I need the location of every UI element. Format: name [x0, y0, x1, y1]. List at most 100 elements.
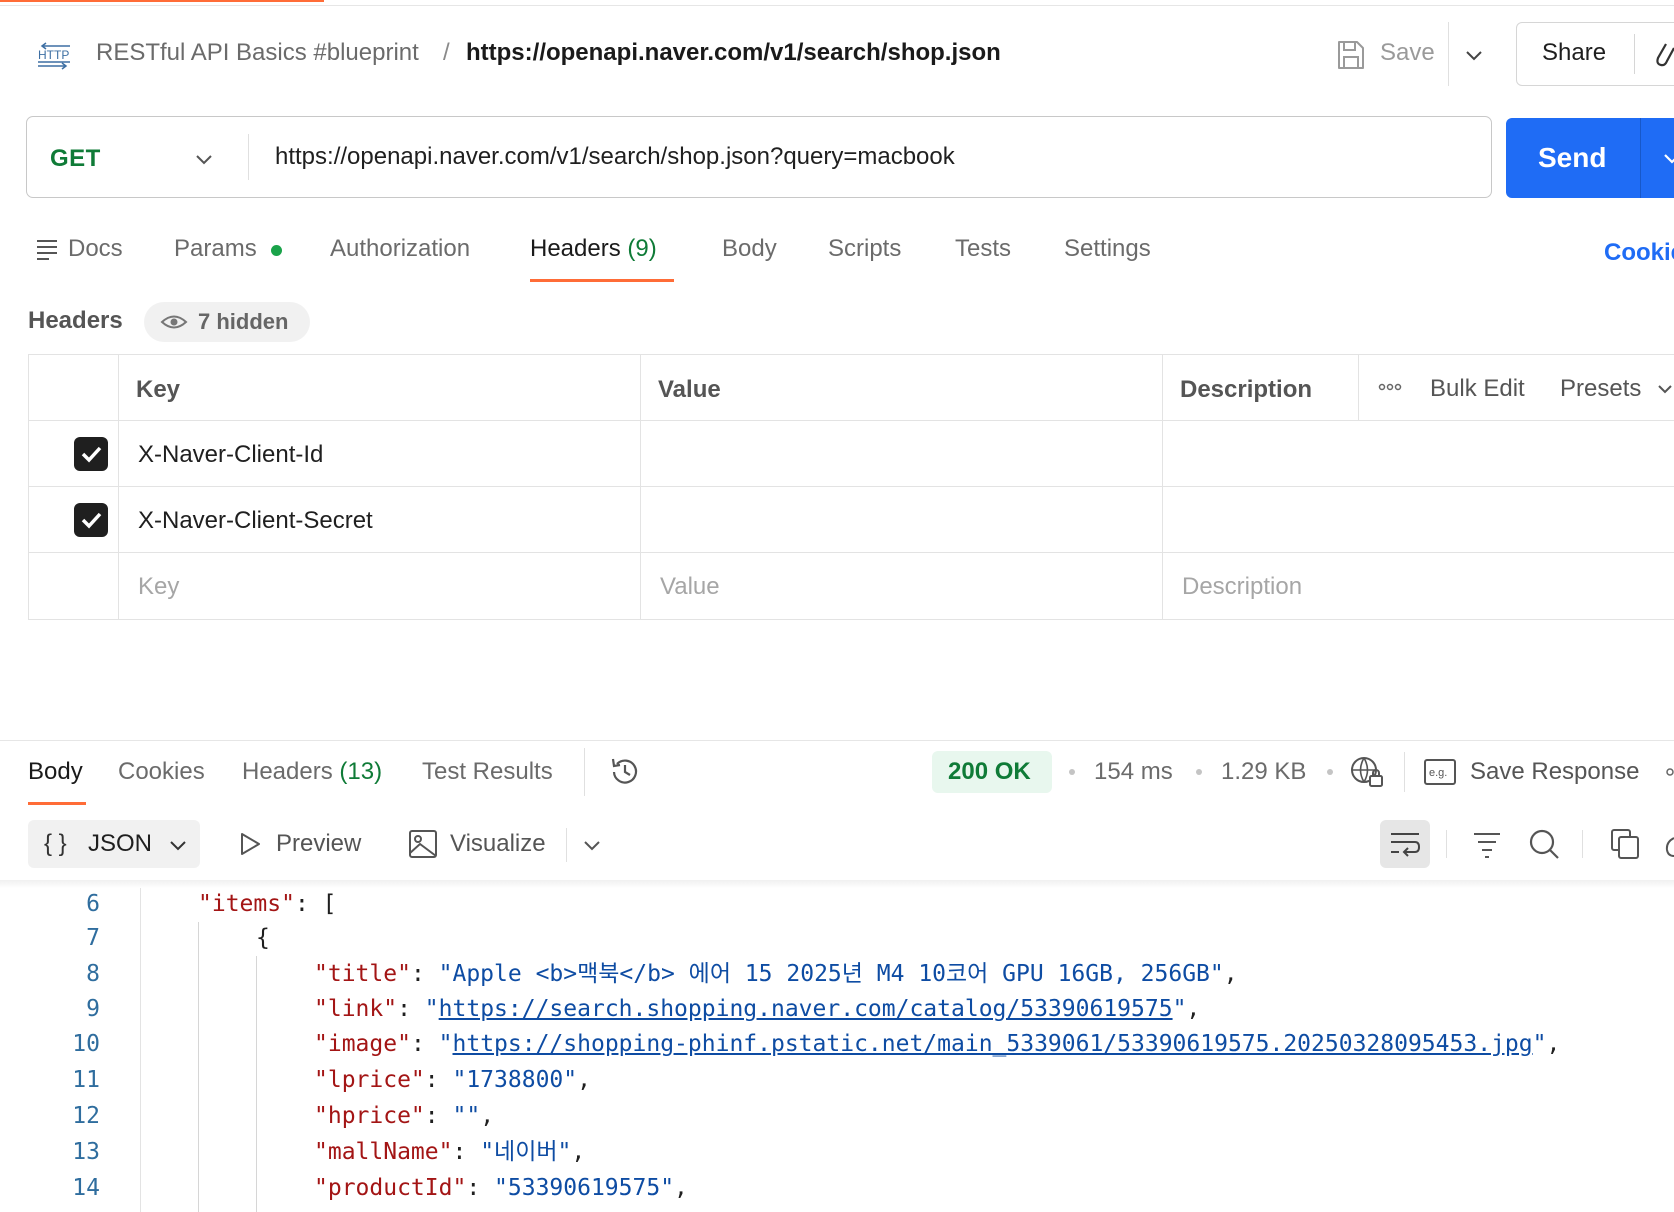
tab-docs[interactable]: Docs — [68, 234, 123, 264]
network-globe-lock-icon[interactable] — [1350, 755, 1384, 789]
json-punct: : — [410, 961, 439, 987]
format-label[interactable]: JSON — [88, 829, 152, 859]
preview-play-icon[interactable] — [238, 831, 262, 857]
preview-button[interactable]: Preview — [276, 829, 361, 859]
hidden-headers-label[interactable]: 7 hidden — [198, 307, 288, 337]
search-icon[interactable] — [1528, 828, 1560, 860]
new-header-description-input[interactable]: Description — [1182, 572, 1302, 602]
response-tab-test-results[interactable]: Test Results — [422, 757, 553, 787]
response-divider — [0, 740, 1674, 741]
tab-settings[interactable]: Settings — [1064, 234, 1151, 264]
link-icon[interactable] — [1664, 834, 1674, 858]
json-key: "link" — [314, 996, 398, 1022]
send-label[interactable]: Send — [1538, 142, 1606, 174]
table-col-divider — [640, 354, 641, 620]
history-icon[interactable] — [608, 755, 642, 789]
header-key-cell[interactable]: X-Naver-Client-Id — [138, 440, 323, 470]
header-key-cell[interactable]: X-Naver-Client-Secret — [138, 506, 373, 536]
json-punct: { — [256, 925, 270, 951]
response-tab-underline — [28, 802, 86, 805]
status-code[interactable]: 200 OK — [948, 757, 1031, 787]
link-icon[interactable] — [1650, 38, 1674, 70]
line-number: 13 — [72, 1139, 100, 1165]
indent-guide — [198, 922, 199, 1212]
save-response-icon[interactable]: e.g. — [1424, 759, 1456, 785]
table-header-divider — [28, 420, 1674, 421]
tab-headers[interactable]: Headers (9) — [530, 234, 657, 264]
breadcrumb-request-name[interactable]: https://openapi.naver.com/v1/search/shop… — [466, 38, 1001, 68]
share-label[interactable]: Share — [1542, 38, 1606, 68]
json-punct: : — [452, 1139, 481, 1165]
tab-headers-label: Headers — [530, 235, 621, 262]
http-request-icon: HTTP — [38, 42, 70, 70]
json-punct: : — [424, 1103, 453, 1129]
save-icon[interactable] — [1336, 39, 1366, 71]
json-punct: : — [410, 1031, 439, 1057]
wrap-lines-icon[interactable] — [1389, 830, 1421, 858]
line-number: 11 — [72, 1067, 100, 1093]
response-time[interactable]: 154 ms — [1094, 757, 1173, 787]
more-icon[interactable] — [1664, 766, 1674, 778]
json-url-link[interactable]: https://search.shopping.naver.com/catalo… — [439, 996, 1173, 1022]
response-size[interactable]: 1.29 KB — [1221, 757, 1306, 787]
send-split-divider — [1640, 118, 1641, 198]
tab-tests[interactable]: Tests — [955, 234, 1011, 264]
format-chevron-down-icon[interactable] — [166, 833, 190, 857]
json-punct: , — [1186, 996, 1201, 1022]
filter-icon[interactable] — [1472, 830, 1502, 858]
save-options-chevron-icon[interactable] — [1462, 43, 1486, 67]
tab-authorization[interactable]: Authorization — [330, 234, 470, 264]
tab-body[interactable]: Body — [722, 234, 777, 264]
json-key: "hprice" — [314, 1103, 425, 1129]
table-row-divider — [28, 486, 1674, 487]
header-enabled-checkbox[interactable] — [74, 503, 108, 537]
header-enabled-checkbox[interactable] — [74, 437, 108, 471]
json-string: "" — [452, 1103, 481, 1129]
line-number: 8 — [86, 961, 100, 987]
visualize-image-icon[interactable] — [408, 829, 438, 859]
presets-button[interactable]: Presets — [1560, 374, 1641, 404]
copy-icon[interactable] — [1610, 828, 1640, 860]
json-url-link[interactable]: https://shopping-phinf.pstatic.net/main_… — [453, 1031, 1533, 1057]
json-punct: , — [577, 1067, 591, 1093]
presets-chevron-down-icon[interactable] — [1656, 380, 1674, 398]
visualize-chevron-down-icon[interactable] — [580, 833, 604, 857]
new-header-value-input[interactable]: Value — [660, 572, 720, 602]
tab-headers-count: (9) — [627, 235, 657, 262]
toolbar-divider — [566, 828, 567, 862]
code-line: "link": "https://search.shopping.naver.c… — [314, 991, 1200, 1027]
docs-icon[interactable] — [36, 238, 58, 260]
json-quote: " — [1172, 996, 1187, 1022]
tab-scripts[interactable]: Scripts — [828, 234, 901, 264]
json-key: "mallName" — [314, 1139, 453, 1165]
bulk-edit-button[interactable]: Bulk Edit — [1430, 374, 1525, 404]
method-chevron-down-icon[interactable] — [192, 147, 216, 171]
cookies-link[interactable]: Cookies — [1604, 238, 1674, 268]
headers-table — [28, 354, 1674, 620]
method-select[interactable]: GET — [50, 144, 101, 174]
response-tab-cookies[interactable]: Cookies — [118, 757, 205, 787]
more-options-icon[interactable] — [1378, 382, 1402, 392]
code-line: "items": [ — [198, 886, 336, 922]
column-header-value: Value — [658, 376, 721, 403]
url-input[interactable]: https://openapi.naver.com/v1/search/shop… — [275, 142, 955, 172]
send-options-chevron-icon[interactable] — [1660, 146, 1674, 170]
column-header-description: Description — [1180, 376, 1313, 403]
table-col-divider — [1358, 354, 1359, 420]
json-string: "네이버" — [480, 1139, 572, 1165]
tab-params[interactable]: Params — [174, 234, 257, 264]
response-tab-headers[interactable]: Headers (13) — [242, 757, 382, 787]
json-key: "image" — [314, 1031, 411, 1057]
line-number: 6 — [86, 891, 100, 917]
code-line: "productId": "53390619575", — [314, 1170, 688, 1206]
new-header-key-input[interactable]: Key — [138, 572, 179, 602]
save-button[interactable]: Save — [1380, 38, 1435, 68]
response-tab-body[interactable]: Body — [28, 757, 83, 787]
breadcrumb-collection[interactable]: RESTful API Basics #blueprint — [96, 38, 419, 68]
eye-icon[interactable] — [160, 314, 188, 330]
visualize-button[interactable]: Visualize — [450, 829, 546, 859]
line-number: 10 — [72, 1031, 100, 1057]
save-response-button[interactable]: Save Response — [1470, 757, 1639, 787]
table-row-divider — [28, 552, 1674, 553]
json-key: "title" — [314, 961, 411, 987]
